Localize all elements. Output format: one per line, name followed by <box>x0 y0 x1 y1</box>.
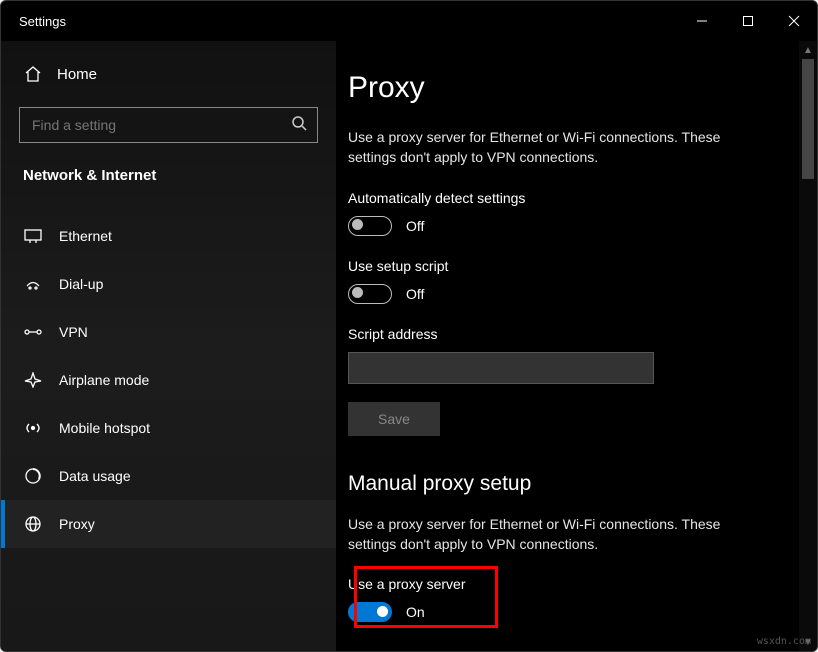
dialup-icon <box>23 277 43 291</box>
ethernet-icon <box>23 229 43 243</box>
nav-label: Mobile hotspot <box>59 420 150 436</box>
nav-label: Airplane mode <box>59 372 149 388</box>
titlebar: Settings <box>1 1 817 41</box>
nav-label: Ethernet <box>59 228 112 244</box>
vpn-icon <box>23 325 43 339</box>
setup-script-label: Use setup script <box>348 258 769 274</box>
script-address-input[interactable] <box>348 352 654 384</box>
proxy-icon <box>23 515 43 533</box>
window-body: Home Network & Internet Ethernet Dial-up <box>1 41 817 651</box>
page-title: Proxy <box>348 71 769 105</box>
content-area: Proxy Use a proxy server for Ethernet or… <box>336 41 817 651</box>
nav-label: Proxy <box>59 516 95 532</box>
nav-item-datausage[interactable]: Data usage <box>1 452 336 500</box>
nav-item-dialup[interactable]: Dial-up <box>1 260 336 308</box>
use-proxy-label: Use a proxy server <box>348 576 769 592</box>
nav-item-airplane[interactable]: Airplane mode <box>1 356 336 404</box>
watermark: wsxdn.com <box>757 636 811 647</box>
nav-label: Data usage <box>59 468 131 484</box>
use-proxy-toggle-row: On <box>348 602 769 622</box>
search-icon <box>291 115 307 136</box>
use-proxy-toggle[interactable] <box>348 602 392 622</box>
nav-list: Ethernet Dial-up VPN Airplane mode Mobil… <box>1 212 336 548</box>
data-usage-icon <box>23 467 43 485</box>
home-label: Home <box>57 66 97 83</box>
airplane-icon <box>23 372 43 388</box>
use-proxy-state: On <box>406 604 425 620</box>
scroll-track[interactable] <box>799 59 817 633</box>
auto-detect-label: Automatically detect settings <box>348 190 769 206</box>
setup-script-toggle-row: Off <box>348 284 769 304</box>
nav-label: Dial-up <box>59 276 103 292</box>
sidebar: Home Network & Internet Ethernet Dial-up <box>1 41 336 651</box>
nav-item-hotspot[interactable]: Mobile hotspot <box>1 404 336 452</box>
home-icon <box>23 65 43 83</box>
auto-proxy-description: Use a proxy server for Ethernet or Wi-Fi… <box>348 127 768 168</box>
vertical-scrollbar[interactable]: ▲ ▼ <box>799 41 817 651</box>
window-controls <box>679 1 817 41</box>
setup-script-toggle[interactable] <box>348 284 392 304</box>
nav-label: VPN <box>59 324 88 340</box>
close-button[interactable] <box>771 1 817 41</box>
setup-script-state: Off <box>406 286 424 302</box>
auto-detect-toggle-row: Off <box>348 216 769 236</box>
nav-item-proxy[interactable]: Proxy <box>1 500 336 548</box>
auto-detect-state: Off <box>406 218 424 234</box>
minimize-button[interactable] <box>679 1 725 41</box>
search-box[interactable] <box>19 107 318 143</box>
nav-item-ethernet[interactable]: Ethernet <box>1 212 336 260</box>
save-button[interactable]: Save <box>348 402 440 436</box>
scroll-thumb[interactable] <box>802 59 814 179</box>
scroll-area: Proxy Use a proxy server for Ethernet or… <box>336 41 799 651</box>
home-link[interactable]: Home <box>1 51 336 97</box>
script-address-label: Script address <box>348 326 769 342</box>
search-input[interactable] <box>32 117 291 133</box>
settings-window: Settings Home Network & Internet Etherne… <box>0 0 818 652</box>
hotspot-icon <box>23 420 43 436</box>
manual-setup-heading: Manual proxy setup <box>348 472 769 496</box>
section-heading: Network & Internet <box>1 143 336 198</box>
scroll-up-arrow[interactable]: ▲ <box>799 41 817 59</box>
window-title: Settings <box>19 14 66 29</box>
nav-item-vpn[interactable]: VPN <box>1 308 336 356</box>
manual-proxy-description: Use a proxy server for Ethernet or Wi-Fi… <box>348 514 768 555</box>
maximize-button[interactable] <box>725 1 771 41</box>
auto-detect-toggle[interactable] <box>348 216 392 236</box>
